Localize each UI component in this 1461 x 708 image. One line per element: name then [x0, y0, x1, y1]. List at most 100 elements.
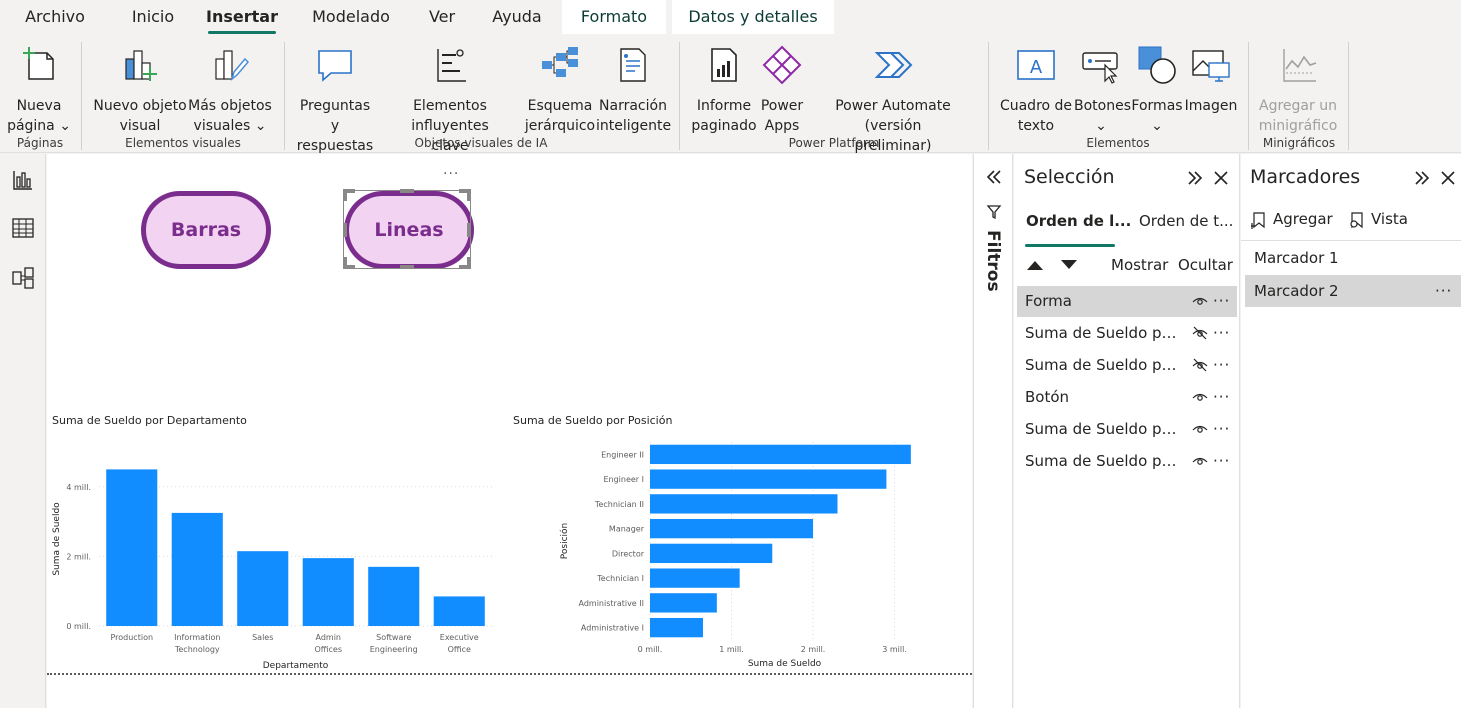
shapes-label: Formas ⌄: [1131, 98, 1183, 134]
bar[interactable]: [650, 593, 717, 613]
y-tick-label: Administrative II: [579, 599, 645, 608]
report-canvas[interactable]: Barras Lineas ··· Suma de Sueldo por Dep…: [47, 154, 972, 708]
bar[interactable]: [650, 617, 703, 638]
text-box-button[interactable]: A Cuadro de texto: [998, 40, 1074, 134]
resize-handle[interactable]: [400, 189, 414, 193]
bar[interactable]: [368, 566, 420, 626]
resize-handle[interactable]: [343, 223, 347, 237]
layer-row[interactable]: Botón ···: [1017, 382, 1237, 413]
expand-left-icon[interactable]: [984, 168, 1004, 186]
more-options[interactable]: ···: [1213, 382, 1230, 413]
image-button[interactable]: Imagen: [1184, 40, 1238, 132]
layer-row[interactable]: Forma ···: [1017, 286, 1237, 317]
tab-inicio[interactable]: Inicio: [120, 0, 186, 34]
decomposition-tree-button[interactable]: Esquema jerárquico: [524, 40, 596, 134]
more-options[interactable]: ···: [1213, 318, 1230, 349]
paginated-report-button[interactable]: Informe paginado: [690, 40, 758, 134]
more-options[interactable]: ···: [1213, 286, 1230, 317]
layer-row[interactable]: Suma de Sueldo por ... ···: [1017, 446, 1237, 477]
resize-handle[interactable]: [467, 223, 471, 237]
buttons-button[interactable]: Botones ⌄: [1074, 40, 1131, 134]
layer-row[interactable]: Suma de Sueldo por ... ···: [1017, 350, 1237, 381]
tab-ver[interactable]: Ver: [420, 0, 464, 34]
filters-pane-collapsed[interactable]: Filtros: [973, 154, 1013, 708]
show-all-button[interactable]: Mostrar: [1111, 256, 1168, 274]
tab-layer-order[interactable]: Orden de l...: [1026, 212, 1131, 230]
move-up-icon[interactable]: [1026, 259, 1044, 271]
filter-icon: [986, 205, 1002, 220]
bookmark-item[interactable]: Marcador 2 ···: [1245, 275, 1461, 307]
bar[interactable]: [302, 558, 354, 626]
collapse-right-icon[interactable]: [1186, 170, 1204, 186]
power-automate-button[interactable]: Power Automate (versión preliminar): [806, 40, 980, 154]
resize-handle[interactable]: [467, 189, 471, 201]
view-bookmark-label: Vista: [1371, 210, 1408, 228]
resize-handle[interactable]: [467, 257, 471, 269]
bookmark-item[interactable]: Marcador 1: [1245, 242, 1461, 274]
visual-more-options[interactable]: ···: [443, 166, 459, 182]
selection-pane: Selección Orden de l... Orden de t... Mo…: [1014, 154, 1240, 708]
more-options[interactable]: ···: [1213, 414, 1230, 445]
eye-icon[interactable]: [1192, 390, 1208, 404]
collapse-right-icon[interactable]: [1413, 170, 1431, 186]
key-influencers-button[interactable]: Elementos influyentes clave: [376, 40, 524, 154]
tab-datos-y-detalles[interactable]: Datos y detalles: [672, 0, 834, 34]
eye-hidden-icon[interactable]: [1192, 358, 1208, 372]
resize-handle[interactable]: [343, 189, 347, 201]
layer-row[interactable]: Suma de Sueldo por P... ···: [1017, 318, 1237, 349]
close-icon[interactable]: [1213, 170, 1229, 186]
new-visual-button[interactable]: Nuevo objeto visual: [93, 40, 187, 134]
smart-narrative-button[interactable]: Narración inteligente: [596, 40, 671, 134]
bar[interactable]: [650, 494, 838, 514]
x-tick-label: Software: [376, 633, 411, 642]
power-apps-button[interactable]: Power Apps: [758, 40, 806, 134]
bar[interactable]: [237, 551, 289, 626]
bar[interactable]: [106, 469, 158, 626]
layer-row[interactable]: Suma de Sueldo por P... ···: [1017, 414, 1237, 445]
layer-name: Suma de Sueldo por P...: [1025, 420, 1185, 438]
bar[interactable]: [650, 518, 814, 539]
new-page-button[interactable]: Nueva página ⌄: [4, 40, 74, 134]
bar[interactable]: [650, 469, 887, 489]
resize-handle[interactable]: [343, 257, 347, 269]
shapes-button[interactable]: Formas ⌄: [1128, 40, 1186, 134]
more-options[interactable]: ···: [1213, 350, 1230, 381]
bookmark-view-icon: [1350, 212, 1363, 229]
more-visuals-button[interactable]: Más objetos visuales ⌄: [186, 40, 274, 134]
smart-narrative-icon: [620, 48, 646, 82]
qa-button[interactable]: Preguntas y respuestas: [294, 40, 376, 154]
tab-tab-order[interactable]: Orden de t...: [1139, 212, 1233, 230]
bar[interactable]: [433, 596, 485, 626]
add-bookmark-label: Agregar: [1273, 210, 1333, 228]
tab-formato[interactable]: Formato: [562, 0, 666, 34]
hide-all-button[interactable]: Ocultar: [1178, 256, 1233, 274]
bar[interactable]: [650, 543, 773, 564]
bar[interactable]: [650, 568, 740, 588]
bar[interactable]: [650, 444, 911, 465]
chart-title-departamento: Suma de Sueldo por Departamento: [52, 414, 247, 427]
move-down-icon[interactable]: [1060, 259, 1078, 271]
x-tick-label: Office: [448, 645, 471, 654]
eye-icon[interactable]: [1192, 454, 1208, 468]
tab-insertar[interactable]: Insertar: [206, 0, 278, 34]
group-label-minigraficos: Minigráficos: [1262, 136, 1336, 150]
eye-hidden-icon[interactable]: [1192, 326, 1208, 340]
report-view-icon[interactable]: [11, 168, 35, 192]
model-view-icon[interactable]: [11, 266, 35, 290]
tab-archivo[interactable]: Archivo: [14, 0, 96, 34]
eye-icon[interactable]: [1192, 294, 1208, 308]
tab-modelado[interactable]: Modelado: [300, 0, 402, 34]
chart-sueldo-departamento[interactable]: 0 mill. 2 mill. 4 mill. Suma de Sueldo Produ…: [47, 434, 499, 674]
more-options[interactable]: ···: [1213, 446, 1230, 477]
chart-sueldo-posicion[interactable]: 0 mill. 1 mill. 2 mill. 3 mill. Engineer II E…: [507, 434, 927, 674]
more-options[interactable]: ···: [1435, 275, 1452, 307]
add-sparkline-button[interactable]: Agregar un minigráfico: [1256, 40, 1340, 134]
text-box-label: Cuadro de texto: [999, 98, 1073, 134]
barras-button[interactable]: Barras: [141, 191, 271, 269]
close-icon[interactable]: [1440, 170, 1456, 186]
resize-handle[interactable]: [400, 265, 414, 269]
tab-ayuda[interactable]: Ayuda: [482, 0, 552, 34]
eye-icon[interactable]: [1192, 422, 1208, 436]
bar[interactable]: [171, 512, 223, 626]
table-view-icon[interactable]: [11, 216, 35, 240]
